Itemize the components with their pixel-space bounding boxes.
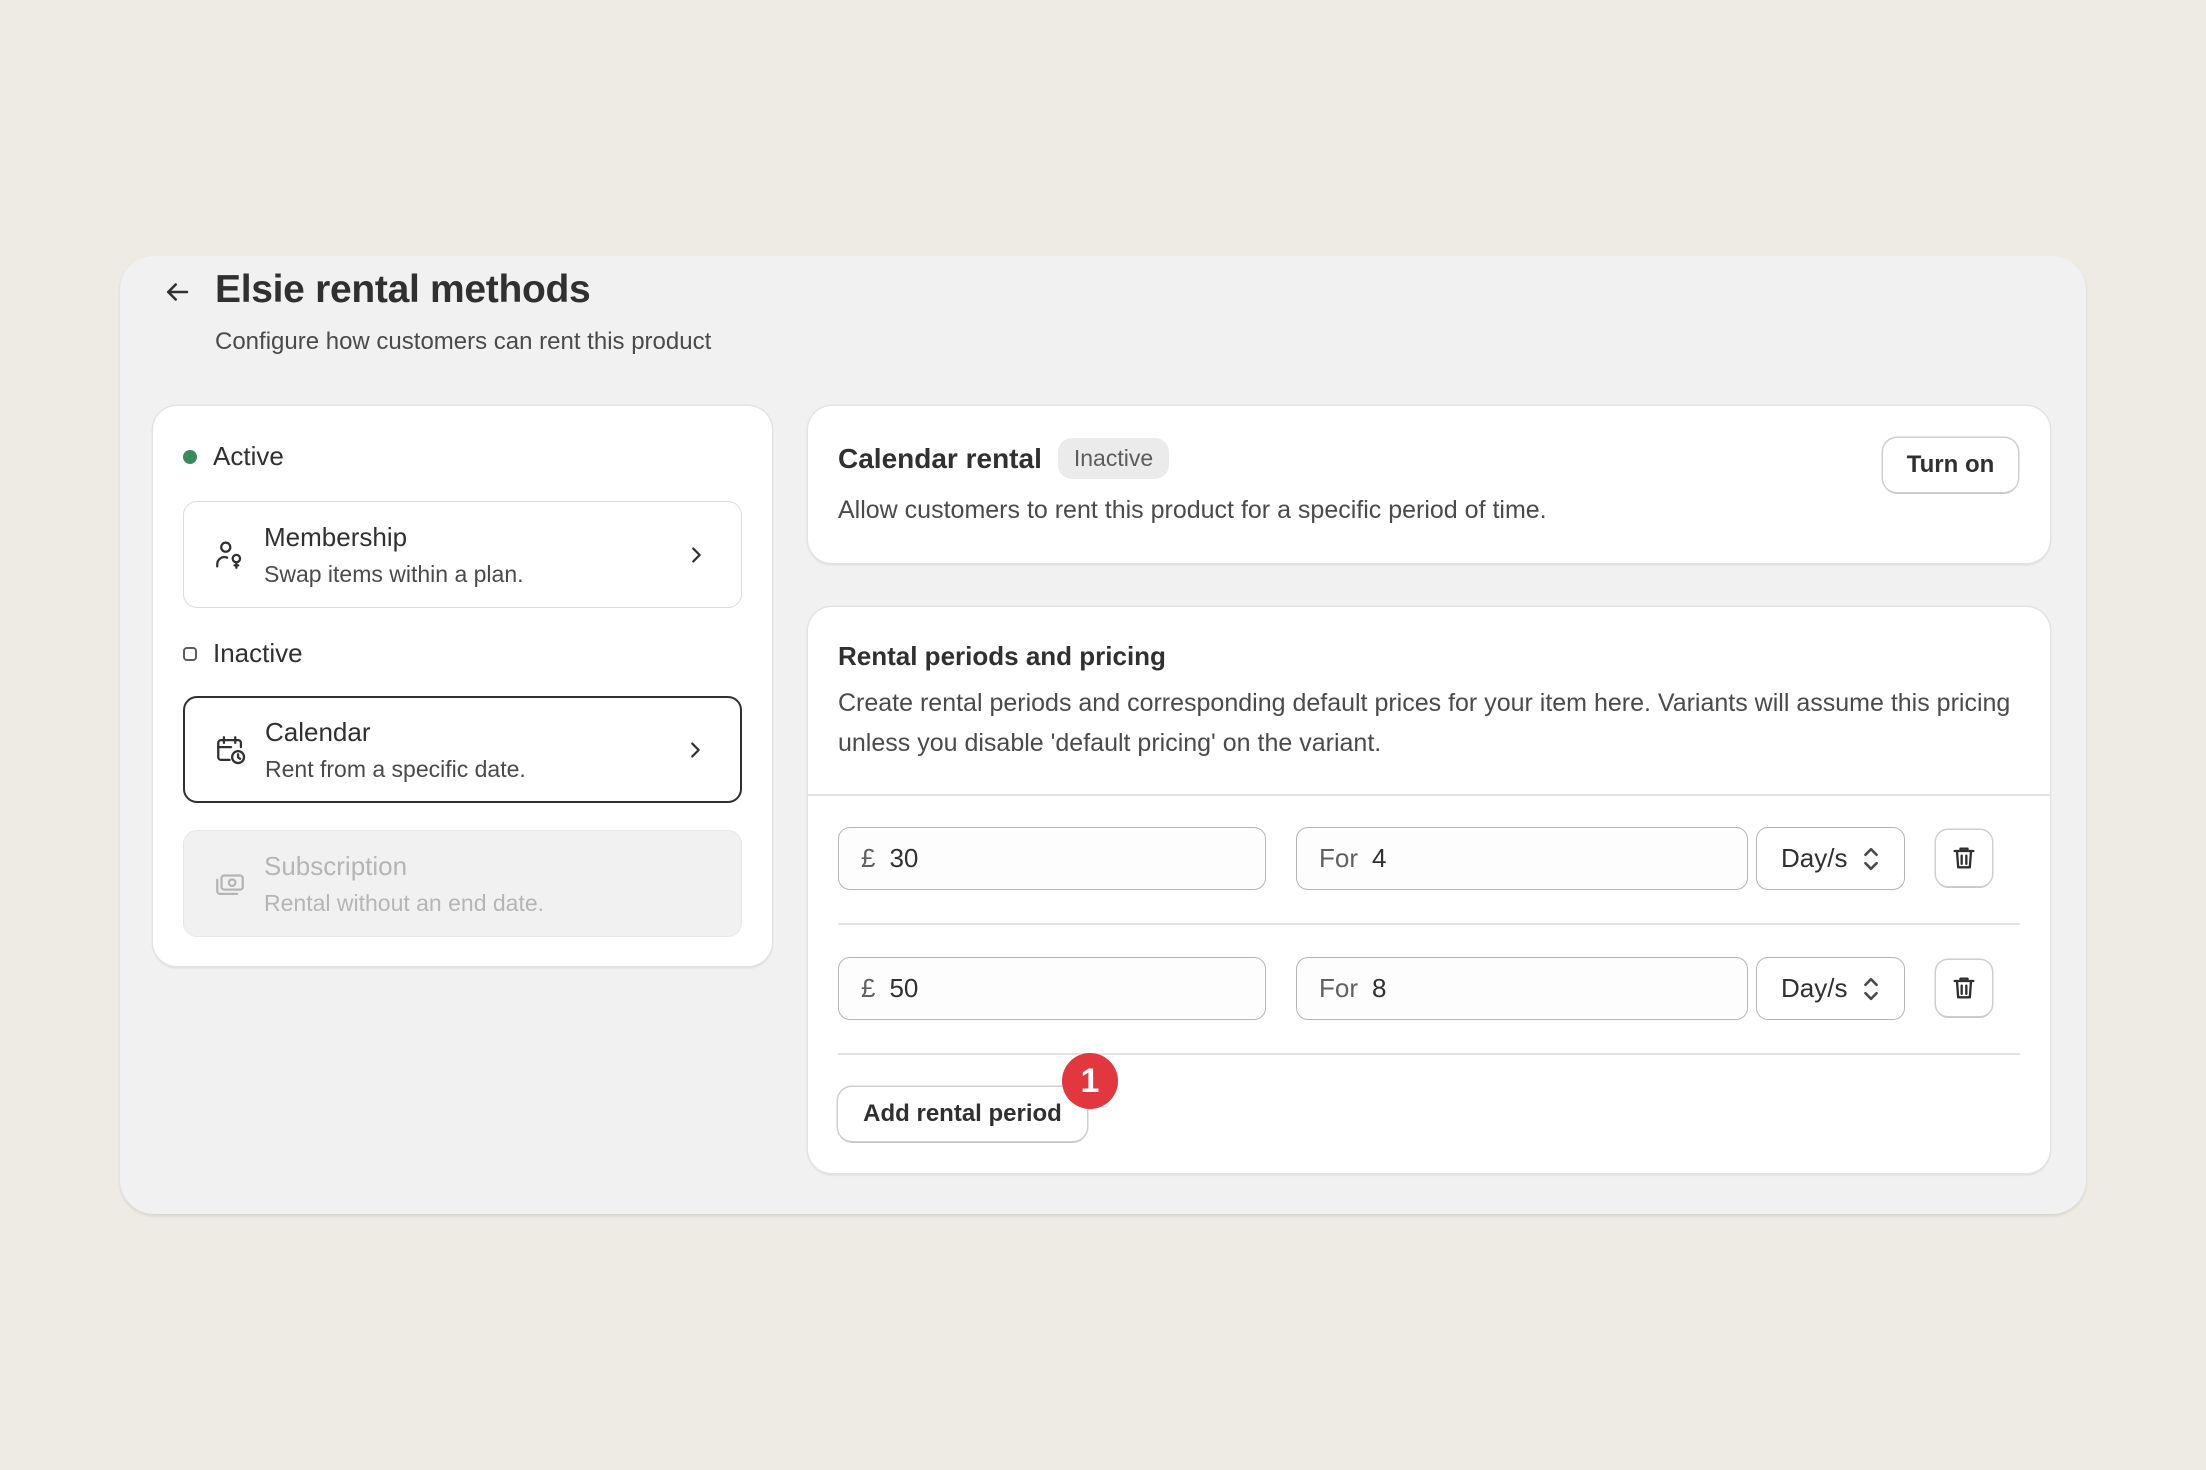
inactive-status-row: Inactive: [183, 638, 303, 669]
active-status-row: Active: [183, 441, 284, 472]
duration-value: 4: [1372, 843, 1387, 873]
calendar-clock-icon: [213, 732, 249, 768]
subscription-icon: [212, 866, 248, 902]
method-description: Rental without an end date.: [264, 889, 545, 916]
delete-row-button[interactable]: [1936, 830, 1992, 886]
currency-prefix: £: [861, 973, 876, 1003]
method-description: Rent from a specific date.: [265, 755, 526, 782]
trash-icon: [1953, 847, 1975, 869]
rental-pricing-card: Rental periods and pricing Create rental…: [808, 607, 2050, 1173]
add-rental-period-button[interactable]: Add rental period: [838, 1087, 1087, 1141]
price-value: 50: [889, 973, 919, 1003]
chevron-right-icon: [691, 741, 700, 758]
notification-badge: 1: [1062, 1053, 1118, 1109]
membership-icon: [212, 537, 248, 573]
calendar-rental-description: Allow customers to rent this product for…: [838, 496, 1547, 524]
delete-row-button[interactable]: [1936, 960, 1992, 1016]
calendar-rental-card: Calendar rental Inactive Allow customers…: [808, 406, 2050, 563]
duration-input[interactable]: For 8: [1296, 957, 1748, 1020]
section-divider: [808, 794, 2050, 796]
method-membership[interactable]: Membership Swap items within a plan.: [183, 501, 742, 608]
unit-select[interactable]: Day/s: [1756, 957, 1905, 1020]
pricing-description: Create rental periods and corresponding …: [838, 689, 2011, 757]
calendar-rental-header: Calendar rental Inactive: [838, 438, 1170, 479]
pricing-title: Rental periods and pricing: [838, 641, 1166, 671]
row-divider: [838, 1053, 2020, 1055]
duration-value: 8: [1372, 973, 1387, 1003]
calendar-rental-title: Calendar rental: [838, 442, 1042, 474]
inactive-dot-icon: [183, 646, 197, 661]
arrow-left-icon: [167, 283, 189, 301]
method-title: Membership: [264, 521, 408, 552]
page-title: Elsie rental methods: [215, 268, 591, 311]
duration-input[interactable]: For 4: [1296, 827, 1748, 890]
method-title: Subscription: [264, 850, 408, 881]
unit-value: Day/s: [1781, 843, 1848, 873]
page-subtitle: Configure how customers can rent this pr…: [215, 328, 712, 355]
unit-value: Day/s: [1781, 973, 1848, 1003]
for-prefix: For: [1319, 973, 1358, 1003]
unit-select[interactable]: Day/s: [1756, 827, 1905, 890]
back-button[interactable]: [157, 272, 197, 312]
method-title: Calendar: [265, 716, 371, 747]
select-arrows-icon: [1864, 847, 1878, 870]
rental-methods-card: Active Membership Swap items within a pl…: [153, 406, 772, 966]
price-input[interactable]: £ 50: [838, 957, 1266, 1020]
method-description: Swap items within a plan.: [264, 560, 524, 587]
inactive-label: Inactive: [213, 638, 303, 668]
method-subscription: Subscription Rental without an end date.: [183, 830, 742, 937]
row-divider: [838, 923, 2020, 925]
status-badge: Inactive: [1057, 438, 1170, 479]
currency-prefix: £: [861, 843, 876, 873]
price-value: 30: [889, 843, 919, 873]
active-dot-icon: [183, 449, 197, 464]
active-label: Active: [213, 441, 284, 471]
trash-icon: [1953, 977, 1975, 999]
price-input[interactable]: £ 30: [838, 827, 1266, 890]
turn-on-button[interactable]: Turn on: [1883, 438, 2018, 492]
method-calendar[interactable]: Calendar Rent from a specific date.: [183, 696, 742, 803]
chevron-right-icon: [692, 546, 701, 563]
for-prefix: For: [1319, 843, 1358, 873]
select-arrows-icon: [1864, 977, 1878, 1000]
